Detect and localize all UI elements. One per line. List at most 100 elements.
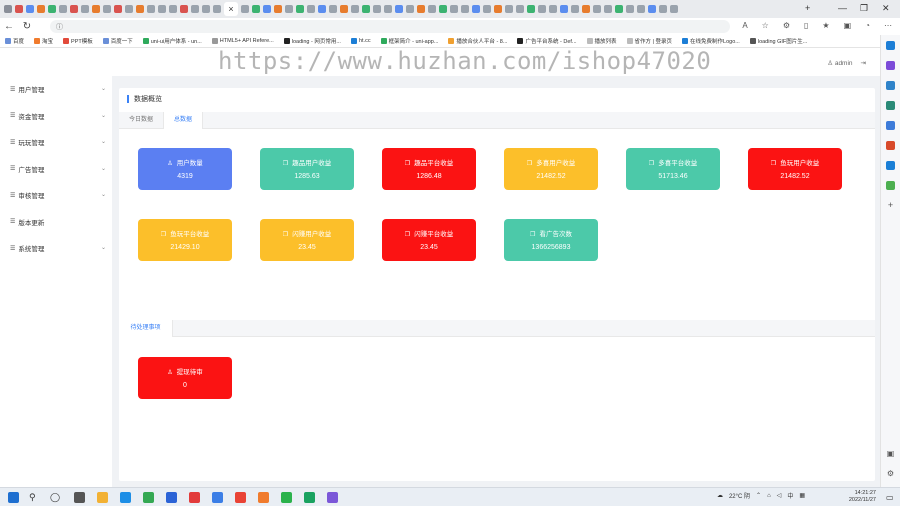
tab-favicon[interactable]: [659, 5, 667, 13]
outlook-icon[interactable]: [886, 141, 895, 150]
tab-favicon[interactable]: [169, 5, 177, 13]
tab-favicon[interactable]: [450, 5, 458, 13]
tab-favicon[interactable]: [37, 5, 45, 13]
exit-icon[interactable]: ⇥: [861, 59, 866, 67]
tab-favicon[interactable]: [136, 5, 144, 13]
clock[interactable]: 14:21:27 2022/11/27: [849, 490, 876, 504]
widgets-icon[interactable]: [74, 492, 85, 503]
windows-start-icon[interactable]: [8, 492, 19, 503]
tab-favicon[interactable]: [527, 5, 535, 13]
tab-favicon[interactable]: [439, 5, 447, 13]
tab-favicon[interactable]: [296, 5, 304, 13]
tab-favicon[interactable]: [362, 5, 370, 13]
stat-card-qupin-user-income[interactable]: ❐ 趣品用户收益 1285.63: [260, 148, 354, 190]
tab-favicon[interactable]: [26, 5, 34, 13]
bookmark-item[interactable]: HTML5+ API Refere...: [211, 38, 274, 44]
search-icon[interactable]: [886, 41, 895, 50]
tab-favicon[interactable]: [340, 5, 348, 13]
app-icon[interactable]: [327, 492, 338, 503]
tab-favicon[interactable]: [285, 5, 293, 13]
layout-icon[interactable]: ▣: [886, 449, 895, 458]
tab-favicon[interactable]: [158, 5, 166, 13]
edge-browser-icon[interactable]: [120, 492, 131, 503]
tab-favicon[interactable]: [307, 5, 315, 13]
chrome-icon[interactable]: [235, 492, 246, 503]
favorites-icon[interactable]: ★: [822, 21, 829, 30]
extensions-icon[interactable]: ⚙: [783, 21, 790, 30]
info-icon[interactable]: ⓘ: [56, 22, 63, 32]
tab-favicon[interactable]: [571, 5, 579, 13]
tab-favicon[interactable]: [4, 5, 12, 13]
bookmark-item[interactable]: 淘宝: [34, 37, 53, 45]
active-tab-close-button[interactable]: ×: [224, 2, 238, 16]
minimize-button[interactable]: —: [838, 3, 847, 13]
tab-favicon[interactable]: [147, 5, 155, 13]
stat-card-duoxi-platform-income[interactable]: ❐ 多喜平台收益 51713.46: [626, 148, 720, 190]
sidebar-item-system-management[interactable]: ☰ 系统管理 ⌄: [0, 235, 112, 262]
tab-today-data[interactable]: 今日数据: [119, 112, 163, 129]
hbuilder-icon[interactable]: [304, 492, 315, 503]
url-input[interactable]: ⓘ: [50, 20, 730, 33]
stat-card-yuwan-user-income[interactable]: ❐ 鱼玩用户收益 21482.52: [748, 148, 842, 190]
tab-favicon[interactable]: [241, 5, 249, 13]
bookmark-item[interactable]: 播放合伙人平台 - 8...: [448, 37, 507, 45]
tab-favicon[interactable]: [461, 5, 469, 13]
tab-favicon[interactable]: [637, 5, 645, 13]
favorite-star-icon[interactable]: ☆: [762, 21, 769, 30]
tab-favicon[interactable]: [373, 5, 381, 13]
sidebar-item-play-management[interactable]: ☰ 玩玩管理 ⌄: [0, 129, 112, 156]
split-screen-icon[interactable]: ▯: [804, 21, 808, 30]
stat-card-qupin-platform-income[interactable]: ❐ 趣品平台收益 1286.48: [382, 148, 476, 190]
tab-favicon[interactable]: [395, 5, 403, 13]
add-icon[interactable]: +: [886, 201, 895, 210]
tab-favicon[interactable]: [538, 5, 546, 13]
tab-favicon[interactable]: [263, 5, 271, 13]
bookmark-item[interactable]: ht.cc: [350, 38, 371, 44]
sidebar-item-review-management[interactable]: ☰ 审核管理 ⌄: [0, 182, 112, 209]
weather-icon[interactable]: ☁: [717, 492, 723, 499]
office-icon[interactable]: [886, 121, 895, 130]
bookmark-item[interactable]: loading - 网页常用...: [283, 37, 341, 45]
stat-card-ad-view-count[interactable]: ❐ 看广告次数 1366256893: [504, 219, 598, 261]
tray-up-arrow-icon[interactable]: ⌃: [756, 492, 761, 499]
bookmark-item[interactable]: 广告平台系统 - Def...: [517, 37, 577, 45]
app-icon[interactable]: [212, 492, 223, 503]
bookmark-item[interactable]: loading GIF图片生...: [749, 37, 807, 45]
tab-favicon[interactable]: [472, 5, 480, 13]
tab-favicon[interactable]: [92, 5, 100, 13]
tab-favicon[interactable]: [648, 5, 656, 13]
bookmark-item[interactable]: 省作方 | 登录页: [626, 37, 672, 45]
tab-favicon[interactable]: [582, 5, 590, 13]
sidebar-item-version-update[interactable]: ☰ 版本更新: [0, 209, 112, 236]
tab-favicon[interactable]: [180, 5, 188, 13]
tab-favicon[interactable]: [549, 5, 557, 13]
copilot-icon[interactable]: [886, 61, 895, 70]
input-method-indicator[interactable]: 中: [787, 491, 793, 500]
app-tray-icon[interactable]: ▦: [799, 492, 805, 499]
stat-card-user-count[interactable]: ♙ 用户数量 4319: [138, 148, 232, 190]
tab-favicon[interactable]: [252, 5, 260, 13]
profile-icon[interactable]: ◔: [865, 21, 870, 30]
tab-favicon[interactable]: [103, 5, 111, 13]
refresh-icon[interactable]: ↻: [18, 21, 36, 32]
read-aloud-icon[interactable]: A: [742, 21, 747, 30]
tab-total-data[interactable]: 总数据: [163, 112, 203, 129]
file-explorer-icon[interactable]: [97, 492, 108, 503]
close-window-button[interactable]: ✕: [882, 3, 890, 14]
sidebar-item-fund-management[interactable]: ☰ 资金管理 ⌄: [0, 103, 112, 130]
tab-favicon[interactable]: [59, 5, 67, 13]
tab-favicon[interactable]: [604, 5, 612, 13]
new-tab-button[interactable]: +: [805, 3, 810, 13]
stat-card-shanzhuan-user-income[interactable]: ❐ 闪赚用户收益 23.45: [260, 219, 354, 261]
tab-favicon[interactable]: [417, 5, 425, 13]
tab-favicon[interactable]: [516, 5, 524, 13]
tab-favicon[interactable]: [318, 5, 326, 13]
tab-favicon[interactable]: [81, 5, 89, 13]
sidebar-item-ad-management[interactable]: ☰ 广告管理 ⌄: [0, 156, 112, 183]
tab-favicon[interactable]: [483, 5, 491, 13]
tab-favicon[interactable]: [70, 5, 78, 13]
bookmark-item[interactable]: PPT模板: [63, 37, 93, 45]
tab-favicon[interactable]: [48, 5, 56, 13]
tag-icon[interactable]: [886, 81, 895, 90]
app-icon[interactable]: [166, 492, 177, 503]
